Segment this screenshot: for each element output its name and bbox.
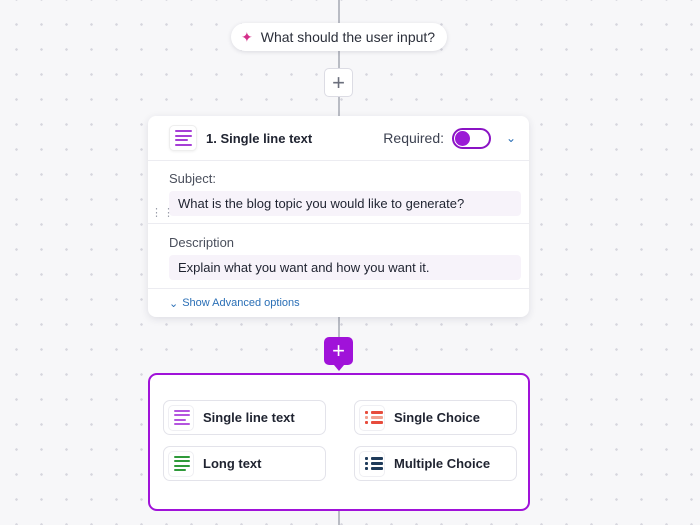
drag-handle-icon[interactable]: ⋮⋮ — [151, 208, 175, 219]
question-text: What should the user input? — [260, 29, 436, 45]
option-label: Long text — [203, 456, 262, 471]
long-text-icon — [168, 450, 194, 477]
plus-icon: + — [332, 69, 345, 95]
popover-arrow — [334, 365, 344, 371]
single-choice-icon — [359, 404, 385, 431]
add-field-button[interactable]: + — [324, 337, 353, 365]
single-line-text-icon — [169, 125, 197, 151]
toggle-knob — [455, 130, 470, 146]
flow-connector — [338, 0, 340, 23]
required-control: Required: ⌄ — [383, 127, 519, 149]
subject-section: Subject: What is the blog topic you woul… — [148, 161, 529, 224]
option-label: Multiple Choice — [394, 456, 491, 471]
required-toggle[interactable] — [452, 127, 491, 149]
advanced-options-label: Show Advanced options — [182, 297, 300, 309]
option-label: Single Choice — [394, 410, 480, 425]
plus-icon: + — [332, 338, 345, 363]
single-line-text-icon — [168, 404, 194, 431]
flow-connector — [338, 511, 340, 525]
chevron-down-icon: ⌄ — [169, 297, 179, 310]
multiple-choice-icon — [359, 450, 385, 477]
subject-label: Subject: — [169, 171, 216, 186]
description-label: Description — [169, 235, 235, 250]
description-input[interactable]: Explain what you want and how you want i… — [169, 255, 521, 280]
description-section: Description Explain what you want and ho… — [148, 224, 529, 289]
chevron-down-icon[interactable]: ⌄ — [503, 131, 519, 145]
field-title: 1. Single line text — [206, 130, 313, 146]
option-multiple-choice[interactable]: Multiple Choice — [354, 446, 517, 481]
sparkle-icon: ✦ — [241, 29, 253, 45]
option-long-text[interactable]: Long text — [163, 446, 326, 481]
flow-connector — [338, 51, 340, 68]
question-pill[interactable]: ✦ What should the user input? — [231, 23, 447, 51]
subject-input[interactable]: What is the blog topic you would like to… — [169, 191, 521, 216]
input-field-card[interactable]: 1. Single line text Required: ⌄ Subject:… — [148, 116, 529, 317]
show-advanced-options-link[interactable]: ⌄ Show Advanced options — [148, 289, 529, 317]
option-single-choice[interactable]: Single Choice — [354, 400, 517, 435]
option-single-line-text[interactable]: Single line text — [163, 400, 326, 435]
flow-connector — [338, 97, 340, 116]
card-header: 1. Single line text Required: ⌄ — [148, 116, 529, 161]
flow-connector — [338, 317, 340, 337]
field-type-picker: Single line text Single Choice Long text… — [148, 373, 530, 511]
option-label: Single line text — [203, 410, 295, 425]
required-label: Required: — [383, 130, 444, 146]
add-step-button[interactable]: + — [324, 68, 353, 97]
